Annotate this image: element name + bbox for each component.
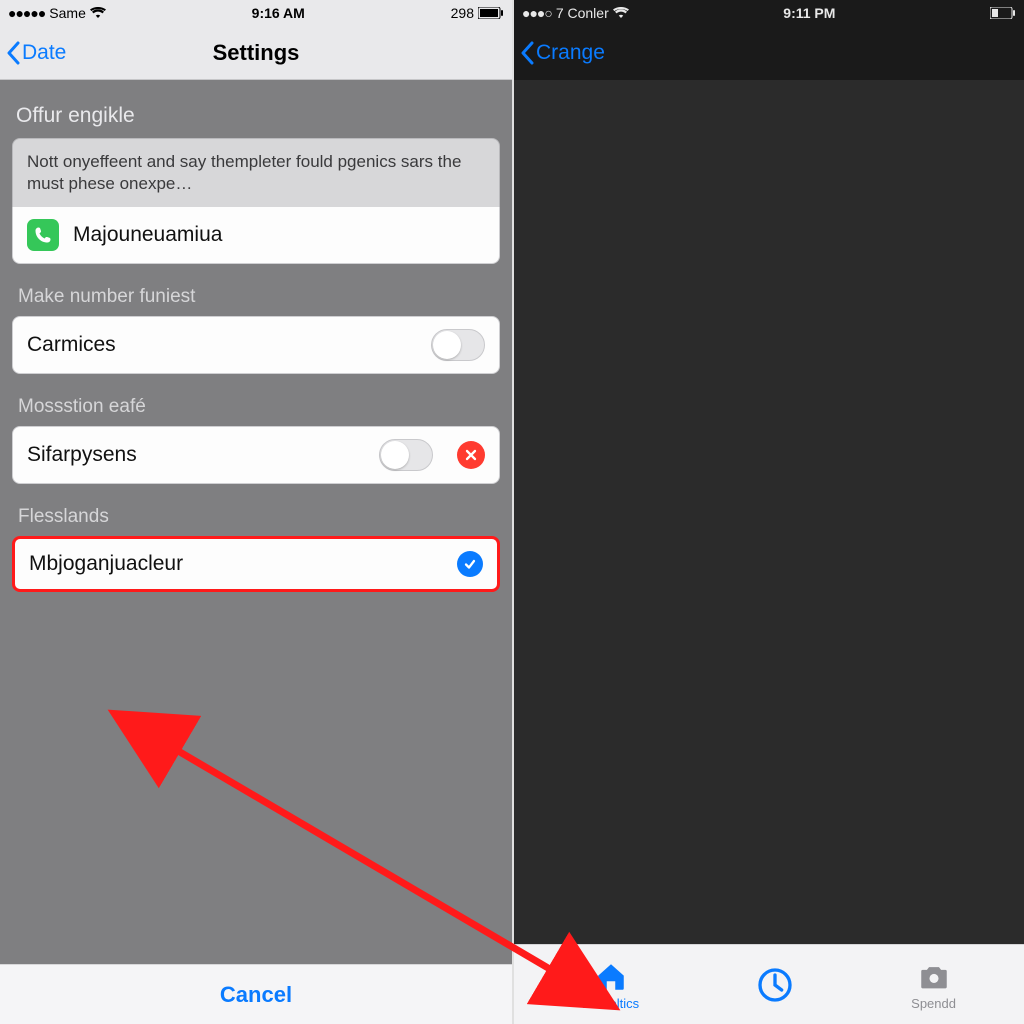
back-button-right[interactable]: Crange	[520, 26, 605, 80]
cell-label: Carmices	[27, 333, 116, 357]
status-left-cluster: ●●●●● Same	[8, 5, 106, 21]
cell-carmices[interactable]: Carmices	[12, 316, 500, 374]
cell-mbjoganjuacleur[interactable]: Mbjoganjuacleur	[12, 536, 500, 592]
nav-bar-left: Date Settings	[0, 26, 512, 80]
status-left-cluster: ●●●○ 7 Conler	[522, 5, 629, 21]
section-header-4: Flesslands	[0, 506, 512, 536]
status-bar-left: ●●●●● Same 9:16 AM 298	[0, 0, 512, 26]
cell-label: Mbjoganjuacleur	[29, 552, 183, 576]
wifi-icon	[90, 7, 106, 19]
carrier-label: 7 Conler	[556, 5, 609, 21]
signal-dots-icon: ●●●●●	[8, 5, 45, 21]
cancel-button[interactable]: Cancel	[0, 964, 512, 1024]
tab-camera[interactable]: Spendd	[911, 960, 956, 1011]
phone-right: ●●●○ 7 Conler 9:11 PM Crange Demoltics	[512, 0, 1024, 1024]
settings-content: Offur engikle Nott onyeffeent and say th…	[0, 80, 512, 964]
nav-bar-right: Crange	[514, 26, 1024, 80]
status-indicator: 298	[451, 5, 474, 21]
back-button-left[interactable]: Date	[6, 26, 66, 79]
toggle-sifarpysens[interactable]	[379, 439, 433, 471]
toggle-carmices[interactable]	[431, 329, 485, 361]
battery-icon	[478, 7, 504, 19]
phone-left: ●●●●● Same 9:16 AM 298 Date Settings Off…	[0, 0, 512, 1024]
back-label-right: Crange	[536, 41, 605, 65]
page-title-left: Settings	[213, 40, 300, 66]
section-header-1: Offur engikle	[0, 104, 512, 138]
delete-icon[interactable]	[457, 441, 485, 469]
empty-dark-area	[514, 80, 1024, 944]
cell-label: Majouneuamiua	[73, 223, 222, 247]
status-bar-right: ●●●○ 7 Conler 9:11 PM	[514, 0, 1024, 26]
tab-clock[interactable]	[755, 965, 795, 1007]
cell-majouneuamiua[interactable]: Majouneuamiua	[12, 207, 500, 264]
carrier-label: Same	[49, 5, 86, 21]
tab-label: Spendd	[911, 996, 956, 1011]
section-header-3: Mossstion eafé	[0, 396, 512, 426]
tab-label: Demoltics	[582, 996, 639, 1011]
tab-home[interactable]: Demoltics	[582, 960, 639, 1011]
cancel-label: Cancel	[220, 982, 292, 1008]
wifi-icon	[613, 7, 629, 19]
cell-label: Sifarpysens	[27, 443, 137, 467]
cell-sifarpysens[interactable]: Sifarpysens	[12, 426, 500, 484]
section-header-2: Make number funiest	[0, 286, 512, 316]
clock-label: 9:16 AM	[252, 5, 305, 21]
clock-label: 9:11 PM	[783, 5, 835, 21]
signal-dots-icon: ●●●○	[522, 5, 552, 21]
phone-app-icon	[27, 219, 59, 251]
check-icon	[457, 551, 483, 577]
back-label-left: Date	[22, 41, 66, 65]
chevron-left-icon	[6, 41, 20, 65]
status-right-cluster: 298	[451, 5, 504, 21]
tab-bar: Demoltics Spendd	[514, 944, 1024, 1024]
status-right-cluster	[990, 7, 1016, 19]
info-card: Nott onyeffeent and say thempleter fould…	[12, 138, 500, 207]
battery-icon	[990, 7, 1016, 19]
chevron-left-icon	[520, 41, 534, 65]
